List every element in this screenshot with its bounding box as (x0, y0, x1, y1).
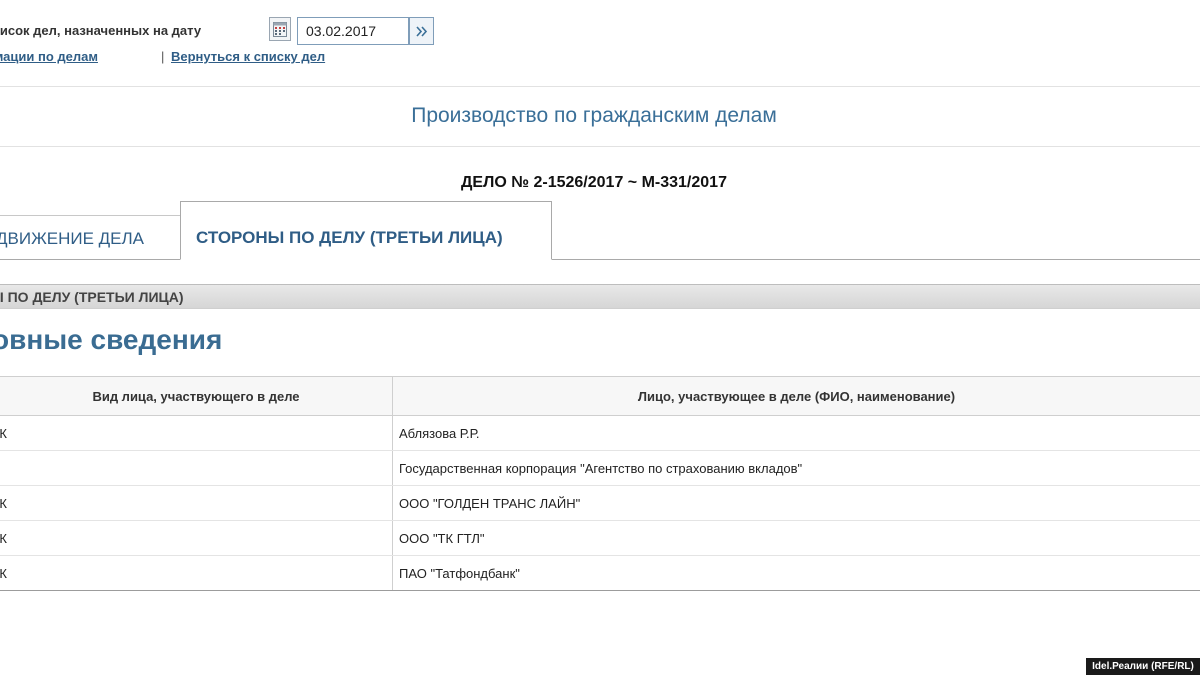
table-row: ИК ООО "ГОЛДЕН ТРАНС ЛАЙН" (0, 485, 1200, 521)
link-separator: | (161, 49, 165, 64)
table-row: ИК ООО "ТК ГТЛ" (0, 520, 1200, 556)
case-info-link[interactable]: ормации по делам (0, 49, 98, 64)
back-to-list-link[interactable]: Вернуться к списку дел (171, 49, 325, 64)
party-type-cell (0, 450, 393, 486)
party-type-cell: ИК (0, 485, 393, 521)
party-type-cell: ИК (0, 415, 393, 451)
party-name-cell: Государственная корпорация "Агентство по… (392, 450, 1200, 486)
submit-date-button[interactable] (409, 17, 434, 45)
table-row: Государственная корпорация "Агентство по… (0, 450, 1200, 486)
party-name-cell: ООО "ТК ГТЛ" (392, 520, 1200, 556)
date-filter-label: писок дел, назначенных на дату (0, 23, 202, 38)
party-name-cell: Аблязова Р.Р. (392, 415, 1200, 451)
party-type-cell: ИК (0, 520, 393, 556)
case-number: ДЕЛО № 2-1526/2017 ~ М-331/2017 (461, 174, 727, 191)
column-header-party-type: Вид лица, участвующего в деле (0, 376, 393, 416)
case-tabs: ДВИЖЕНИЕ ДЕЛА СТОРОНЫ ПО ДЕЛУ (ТРЕТЬИ ЛИ… (0, 201, 1200, 260)
panel-header-label: Ы ПО ДЕЛУ (ТРЕТЬИ ЛИЦА) (0, 289, 184, 305)
table-header-row: Вид лица, участвующего в деле Лицо, учас… (0, 376, 1200, 416)
table-row: ИК Аблязова Р.Р. (0, 415, 1200, 451)
watermark: Idel.Реалии (RFE/RL) (1086, 658, 1200, 675)
divider (0, 146, 1200, 147)
table-row: ИК ПАО "Татфондбанк" (0, 555, 1200, 591)
tab-case-movement[interactable]: ДВИЖЕНИЕ ДЕЛА (0, 215, 181, 260)
party-name-cell: ПАО "Татфондбанк" (392, 555, 1200, 591)
calendar-button[interactable] (269, 17, 291, 41)
section-title: Производство по гражданским делам (411, 104, 777, 127)
date-input[interactable] (297, 17, 409, 45)
double-chevron-right-icon (416, 26, 428, 37)
subsection-title: овные сведения (0, 324, 223, 355)
column-header-party-name: Лицо, участвующее в деле (ФИО, наименова… (392, 376, 1200, 416)
divider (0, 86, 1200, 87)
calendar-icon (273, 22, 287, 37)
date-filter-bar: писок дел, назначенных на дату (0, 17, 600, 45)
party-name-cell: ООО "ГОЛДЕН ТРАНС ЛАЙН" (392, 485, 1200, 521)
tab-parties[interactable]: СТОРОНЫ ПО ДЕЛУ (ТРЕТЬИ ЛИЦА) (180, 201, 552, 260)
party-type-cell: ИК (0, 555, 393, 591)
panel-header: Ы ПО ДЕЛУ (ТРЕТЬИ ЛИЦА) (0, 284, 1200, 309)
parties-table: Вид лица, участвующего в деле Лицо, учас… (0, 376, 1200, 591)
